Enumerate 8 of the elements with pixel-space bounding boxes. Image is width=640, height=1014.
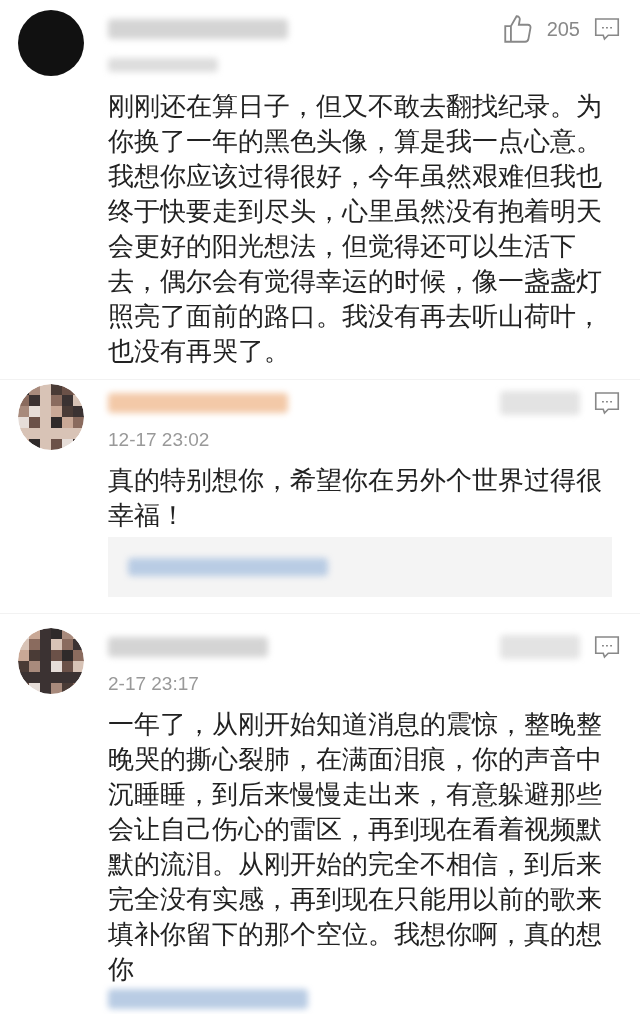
- comment-text: 真的特别想你，希望你在另外个世界过得很幸福！: [108, 465, 602, 530]
- comment-text: 一年了，从刚开始知道消息的震惊，整晚整晚哭的撕心裂肺，在满面泪痕，你的声音中沉睡睡，到后来慢慢走出来，有意躲避那些会让自己伤心的雷区，再到现在看着视频默默的流泪。从刚开始的完全不相信，到后来完全没有实感，再到现在只能用以前的歌来填补你留下的那个空位。我想你啊，真的想你: [108, 709, 602, 984]
- comment-time: 2-17 23:17: [108, 674, 200, 693]
- comment-time: 12-17 23:02: [108, 430, 211, 449]
- avatar[interactable]: [18, 628, 84, 694]
- avatar[interactable]: [18, 384, 84, 450]
- like-count: 205: [546, 19, 580, 39]
- comment-text: 刚刚还在算日子，但又不敢去翻找纪录。为你换了一年的黑色头像，算是我一点心意。我想你应该过得很好，今年虽然艰难但我也终于快要走到尽头，心里虽然没有抱着明天会更好的阳光想法，但觉得还可以生活下去，偶尔会有觉得幸运的时候，像一盏盏灯照亮了面前的路口。我没有再去听山荷叶，也没有再哭了。: [108, 91, 602, 366]
